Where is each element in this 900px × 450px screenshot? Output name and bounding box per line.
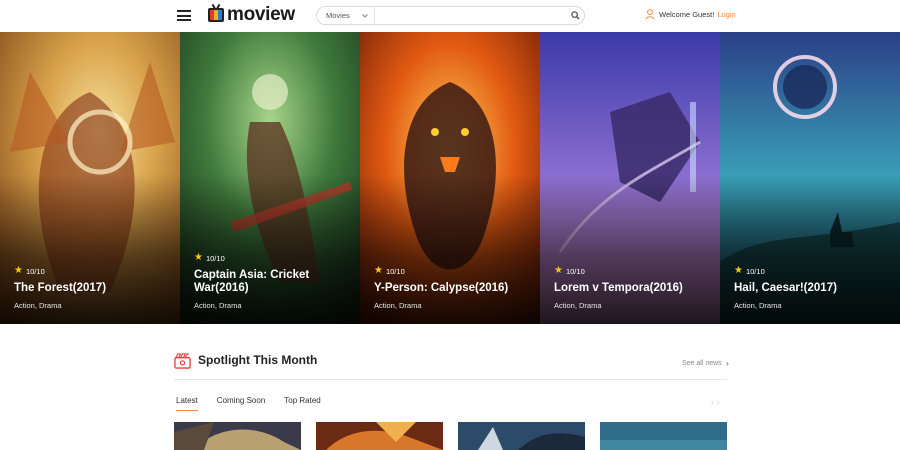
movie-title[interactable]: The Forest(2017) — [14, 282, 172, 295]
star-icon: ★ — [374, 265, 383, 276]
section-title: Spotlight This Month — [198, 353, 318, 367]
search-category-select[interactable]: Movies — [317, 7, 375, 24]
search-category-label: Movies — [326, 11, 350, 20]
movie-title[interactable]: Lorem v Tempora(2016) — [554, 282, 712, 295]
welcome-text: Welcome Guest! — [659, 10, 715, 19]
login-link[interactable]: Login — [717, 10, 735, 19]
account-area: Welcome Guest! Login — [645, 9, 736, 20]
star-icon: ★ — [734, 265, 743, 276]
movie-title[interactable]: Hail, Caesar!(2017) — [734, 282, 892, 295]
star-icon: ★ — [194, 252, 203, 263]
user-icon — [645, 9, 655, 20]
movie-genre: Action, Drama — [734, 301, 782, 310]
search-input[interactable] — [375, 7, 566, 24]
movie-genre: Action, Drama — [14, 301, 62, 310]
movie-thumbnail[interactable] — [458, 422, 585, 450]
movie-title[interactable]: Captain Asia: Cricket War(2016) — [194, 269, 352, 295]
hero-carousel: ★ 10/10 The Forest(2017) Action, Drama ★ 1… — [0, 32, 900, 324]
menu-icon[interactable] — [177, 10, 191, 21]
movie-genre: Action, Drama — [554, 301, 602, 310]
rating-value: 10/10 — [745, 266, 765, 276]
spotlight-grid — [174, 422, 727, 450]
tab-top-rated[interactable]: Top Rated — [284, 396, 320, 409]
movie-genre: Action, Drama — [374, 301, 422, 310]
spotlight-tabs: Latest Coming Soon Top Rated — [176, 396, 340, 411]
movie-title[interactable]: Y-Person: Calypse(2016) — [374, 282, 532, 295]
see-all-link[interactable]: See all news ›› — [681, 359, 730, 368]
film-clapper-icon — [174, 353, 191, 369]
chevron-down-icon — [362, 13, 368, 18]
search-icon[interactable] — [566, 7, 584, 24]
spotlight-header: Spotlight This Month See all news ›› — [174, 350, 730, 380]
rating-value: 10/10 — [25, 266, 45, 276]
movie-thumbnail[interactable] — [174, 422, 301, 450]
hero-slide[interactable]: ★ 10/10 Y-Person: Calypse(2016) Action, D… — [360, 32, 540, 324]
star-icon: ★ — [554, 265, 563, 276]
hero-slide[interactable]: ★ 10/10 Lorem v Tempora(2016) Action, Dra… — [540, 32, 720, 324]
chevron-right-icon[interactable]: › — [717, 398, 723, 407]
carousel-arrows: ‹› — [711, 398, 722, 407]
logo[interactable]: moview — [208, 4, 295, 25]
top-header: moview Movies Welcome Guest! Login — [0, 0, 900, 32]
star-icon: ★ — [14, 265, 23, 276]
tab-latest[interactable]: Latest — [176, 396, 198, 411]
hero-slide[interactable]: ★ 10/10 The Forest(2017) Action, Drama — [0, 32, 180, 324]
movie-genre: Action, Drama — [194, 301, 242, 310]
rating-value: 10/10 — [565, 266, 585, 276]
movie-thumbnail[interactable] — [316, 422, 443, 450]
logo-text: moview — [227, 4, 295, 25]
movie-thumbnail[interactable] — [600, 422, 727, 450]
search-bar: Movies — [316, 6, 585, 25]
hero-slide[interactable]: ★ 10/10 Captain Asia: Cricket War(2016) A… — [180, 32, 360, 324]
tab-coming-soon[interactable]: Coming Soon — [217, 396, 265, 409]
hero-slide[interactable]: ★ 10/10 Hail, Caesar!(2017) Action, Drama — [720, 32, 900, 324]
see-all-label: See all news — [681, 360, 722, 367]
rating-value: 10/10 — [385, 266, 405, 276]
double-chevron-right-icon: ›› — [725, 359, 730, 368]
tv-logo-icon — [208, 8, 224, 22]
rating-value: 10/10 — [205, 253, 225, 263]
